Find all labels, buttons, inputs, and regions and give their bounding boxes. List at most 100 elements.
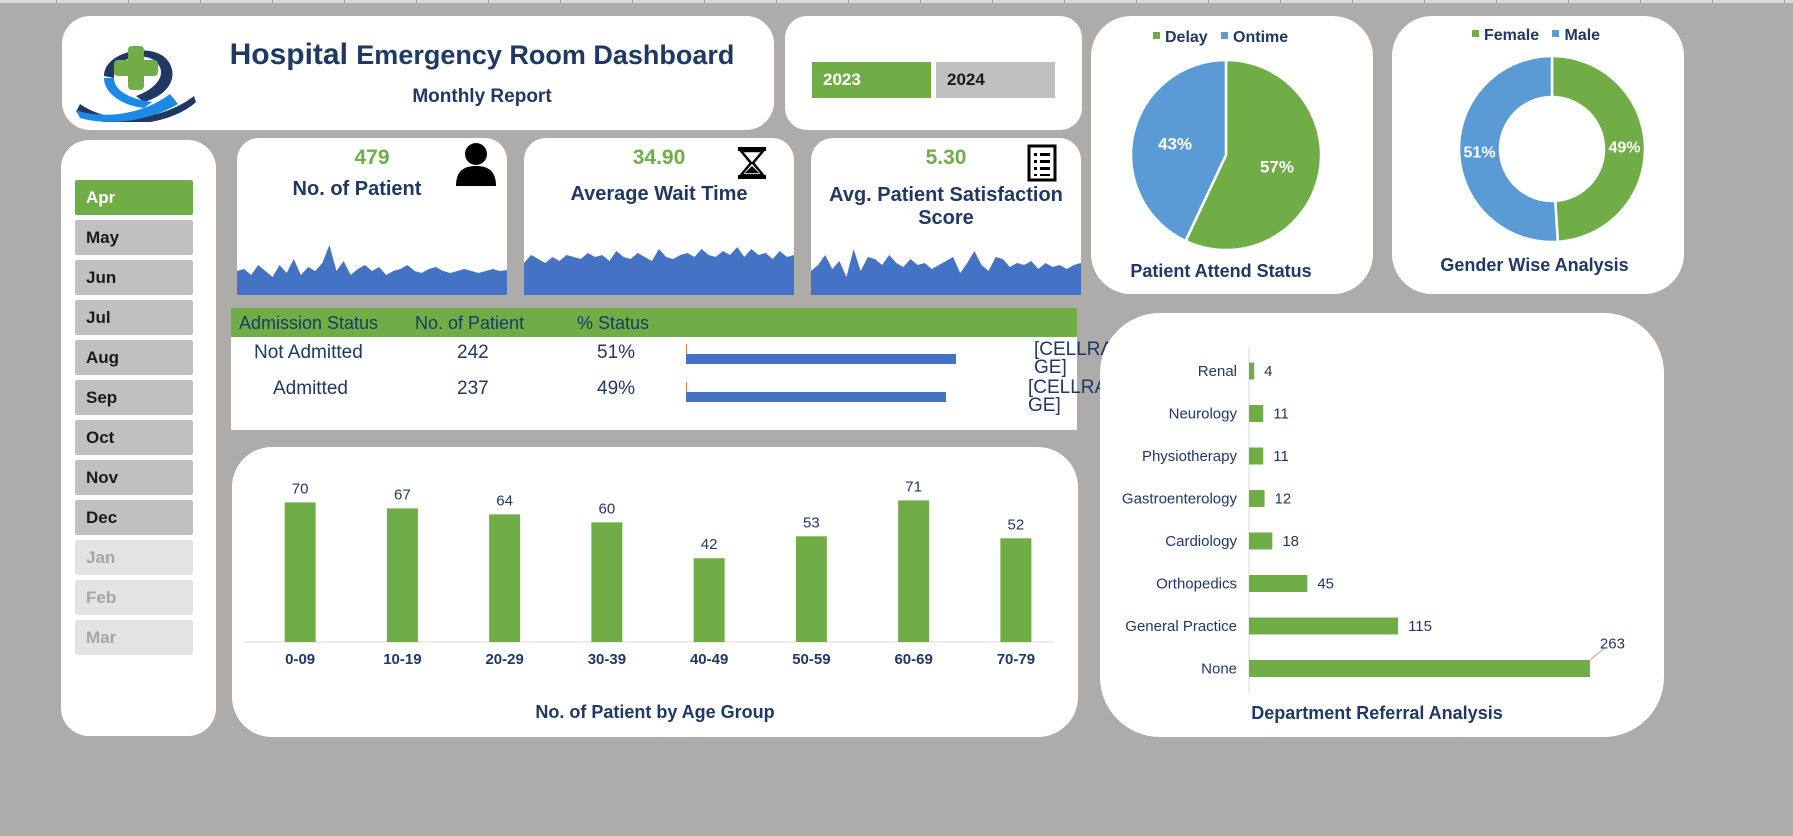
age-category-label: 60-69 xyxy=(894,651,932,668)
dept-category-label: Orthopedics xyxy=(1156,576,1237,593)
ruler-tick xyxy=(56,0,57,3)
age-category-label: 40-49 xyxy=(690,651,728,668)
row-count: 237 xyxy=(457,378,489,399)
ruler-tick xyxy=(1496,0,1497,3)
year-button-2024[interactable]: 2024 xyxy=(936,62,1055,98)
kpi-satisfaction-sparkline xyxy=(811,249,1081,295)
age-chart-title: No. of Patient by Age Group xyxy=(535,702,775,722)
age-category-label: 70-79 xyxy=(997,651,1035,668)
kpi-card-patients: 479 No. of Patient xyxy=(237,138,507,295)
ruler-tick xyxy=(1064,0,1065,3)
kpi-satisfaction-label-line2: Score xyxy=(918,207,974,229)
dept-category-label: Cardiology xyxy=(1165,533,1237,550)
admission-status-table: Admission Status No. of Patient % Status… xyxy=(231,308,1127,430)
row-cellrange-label: [CELLRAN GE] xyxy=(999,340,1127,377)
sparkline-area xyxy=(524,247,794,295)
sparkline-area xyxy=(237,245,507,295)
age-category-label: 30-39 xyxy=(588,651,626,668)
donut-slice-label: 49% xyxy=(1608,140,1640,157)
month-button-aug[interactable]: Aug xyxy=(75,340,193,375)
dept-bar-cardiology xyxy=(1249,532,1273,550)
ruler-tick xyxy=(776,0,777,3)
month-button-jan[interactable]: Jan xyxy=(75,540,193,575)
attend-status-pie: 57% 43% xyxy=(1129,58,1323,252)
ruler-tick xyxy=(1280,0,1281,3)
ruler-tick xyxy=(200,0,201,3)
dept-bar-renal xyxy=(1249,362,1255,380)
month-button-jul[interactable]: Jul xyxy=(75,300,193,335)
kpi-card-wait-time: 34.90 Average Wait Time xyxy=(524,138,794,295)
month-button-sep[interactable]: Sep xyxy=(75,380,193,415)
month-button-nov[interactable]: Nov xyxy=(75,460,193,495)
pie-slice-label: 43% xyxy=(1158,135,1192,154)
col-header-admission-status: Admission Status xyxy=(239,313,379,333)
col-header-patient-count: No. of Patient xyxy=(415,313,525,333)
age-bar-value-label: 60 xyxy=(599,500,616,517)
dept-category-label: Neurology xyxy=(1169,406,1238,423)
kpi-satisfaction-label-line1: Avg. Patient Satisfaction xyxy=(829,184,1063,206)
dashboard-subtitle: Monthly Report xyxy=(412,86,552,107)
kpi-wait-sparkline xyxy=(524,247,794,295)
ruler-tick xyxy=(1568,0,1569,3)
dept-bar-none xyxy=(1249,660,1590,677)
checklist-icon xyxy=(1027,144,1057,182)
dept-bar-value-label: 4 xyxy=(1264,363,1272,380)
row-pct: 51% xyxy=(597,342,636,363)
month-button-dec[interactable]: Dec xyxy=(75,500,193,535)
donut-slice-label: 51% xyxy=(1464,144,1496,161)
dept-bar-physiotherapy xyxy=(1249,447,1264,465)
month-button-feb[interactable]: Feb xyxy=(75,580,193,615)
kpi-satisfaction-label: Avg. Patient Satisfaction Score xyxy=(811,184,1081,230)
age-bar-20-29 xyxy=(489,514,521,642)
title-part-2: Emergency Room Dashboard xyxy=(356,40,735,70)
age-bar-value-label: 53 xyxy=(803,514,820,531)
dept-bar-value-label: 263 xyxy=(1600,636,1625,653)
dept-bar-value-label: 45 xyxy=(1317,576,1334,593)
row-pct: 49% xyxy=(597,378,636,399)
age-category-label: 50-59 xyxy=(792,651,830,668)
kpi-card-satisfaction: 5.30 Avg. Patient Satisfaction Score xyxy=(811,138,1081,295)
row-pct-bar xyxy=(686,392,946,402)
department-referral-chart-card: Renal 4 Neurology 11 Physiotherapy 11 Gastroen… xyxy=(1100,313,1664,737)
ruler-tick xyxy=(1712,0,1713,3)
hourglass-icon xyxy=(738,147,766,179)
row-status: Not Admitted xyxy=(254,342,363,363)
ruler-tick xyxy=(416,0,417,3)
month-button-apr[interactable]: Apr xyxy=(75,180,193,215)
dept-bar-value-label: 11 xyxy=(1273,448,1289,465)
col-header-pct-status: % Status xyxy=(577,313,650,333)
cellrange-line2: GE] xyxy=(1034,357,1067,378)
ruler-tick xyxy=(848,0,849,3)
dept-category-label: None xyxy=(1201,661,1237,678)
cellrange-line2: GE] xyxy=(1028,395,1061,416)
ruler-tick xyxy=(992,0,993,3)
admission-table-header: Admission Status No. of Patient % Status xyxy=(231,308,1077,337)
ruler-tick xyxy=(1784,0,1785,3)
dashboard-title: Hospital Emergency Room Dashboard xyxy=(197,38,767,72)
age-bar-value-label: 67 xyxy=(394,486,411,503)
month-button-may[interactable]: May xyxy=(75,220,193,255)
ruler-tick xyxy=(632,0,633,3)
month-button-jun[interactable]: Jun xyxy=(75,260,193,295)
gender-chart-title: Gender Wise Analysis xyxy=(1440,255,1629,275)
age-bar-10-19 xyxy=(386,508,418,642)
year-filter-panel: 2023 2024 xyxy=(785,16,1082,130)
title-part-1: Hospital xyxy=(229,38,348,71)
ruler-tick xyxy=(1208,0,1209,3)
year-button-2023[interactable]: 2023 xyxy=(812,62,931,98)
age-category-label: 0-09 xyxy=(285,651,315,668)
dashboard-header: Hospital Emergency Room Dashboard Monthl… xyxy=(62,16,774,130)
row-status: Admitted xyxy=(273,378,348,399)
ruler-tick xyxy=(1640,0,1641,3)
month-button-oct[interactable]: Oct xyxy=(75,420,193,455)
dept-bar-general-practice xyxy=(1249,617,1399,635)
age-category-label: 20-29 xyxy=(485,651,523,668)
month-button-mar[interactable]: Mar xyxy=(75,620,193,655)
row-count: 242 xyxy=(457,342,489,363)
dept-category-label: Physiotherapy xyxy=(1142,448,1238,465)
dept-category-label: Renal xyxy=(1198,363,1237,380)
dept-category-label: Gastroenterology xyxy=(1122,491,1238,508)
dept-bar-value-label: 12 xyxy=(1275,491,1292,508)
row-cellrange-label: [CELLRAN GE] xyxy=(993,378,1121,415)
age-bar-value-label: 52 xyxy=(1008,516,1025,533)
